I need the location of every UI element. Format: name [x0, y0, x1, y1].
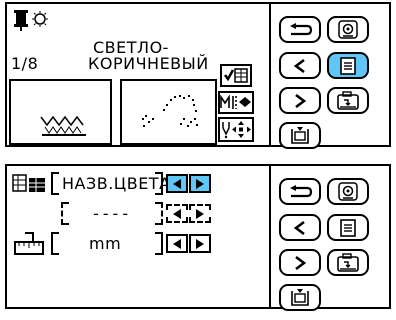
color-table-icon — [12, 174, 45, 192]
bracket-right — [155, 202, 163, 225]
arrow-left-icon — [173, 208, 181, 219]
arrow-left-icon — [173, 178, 181, 189]
back-icon — [290, 22, 313, 35]
hoop-icon — [291, 288, 309, 306]
next-icon — [295, 255, 307, 270]
bracket-right — [155, 232, 163, 255]
row3-left-arrow[interactable] — [166, 234, 188, 253]
bracket-left — [61, 202, 69, 225]
prev-icon — [293, 58, 305, 73]
back-button[interactable] — [279, 178, 321, 205]
thread-spool-icon — [14, 10, 48, 31]
color-name-line2: КОРИЧНЕВЫЙ — [88, 54, 209, 73]
prev-icon — [293, 220, 305, 235]
row1-left-arrow[interactable] — [166, 174, 188, 193]
bracket-left — [51, 232, 59, 255]
page-button[interactable] — [327, 214, 369, 241]
row2-value: ---- — [93, 204, 133, 223]
arrow-left-icon — [173, 238, 181, 249]
embroidery-dots-icon — [142, 95, 198, 127]
embroidery-foot-button[interactable] — [327, 178, 369, 205]
page-icon — [340, 218, 356, 237]
bracket-left — [51, 172, 59, 195]
unit-value: mm — [89, 234, 122, 253]
back-icon — [290, 184, 313, 197]
row2-left-arrow[interactable] — [166, 204, 188, 223]
next-icon — [295, 93, 307, 108]
top-panel: 1/8 СВЕТЛО- КОРИЧНЕВЫЙ — [5, 2, 391, 149]
prev-button[interactable] — [279, 52, 321, 79]
panel-divider — [269, 166, 271, 307]
camera-icon — [337, 90, 359, 110]
stitch-pattern-icon — [40, 115, 86, 136]
bottom-panel: НАЗВ.ЦВЕТА ---- mm — [5, 164, 391, 311]
stitch-preview — [9, 79, 112, 145]
hoop-button[interactable] — [279, 122, 321, 149]
row2-right-arrow[interactable] — [189, 204, 211, 223]
back-button[interactable] — [279, 16, 321, 43]
row3-right-arrow[interactable] — [189, 234, 211, 253]
next-button[interactable] — [279, 87, 321, 114]
color-position: 1/8 — [11, 54, 39, 73]
move-button[interactable] — [218, 117, 254, 142]
embroidery-foot-icon — [338, 181, 358, 201]
embroidery-foot-button[interactable] — [327, 16, 369, 43]
check-table-button[interactable] — [220, 64, 252, 87]
row1-right-arrow[interactable] — [189, 174, 211, 193]
hoop-button[interactable] — [279, 284, 321, 311]
camera-button[interactable] — [327, 249, 369, 276]
unit-hoop-icon — [14, 232, 44, 255]
embroidery-preview — [120, 79, 217, 145]
mirror-icon — [220, 95, 251, 109]
panel-divider — [269, 4, 271, 145]
arrow-right-icon — [196, 178, 204, 189]
check-list-icon — [224, 68, 248, 83]
page-button[interactable] — [327, 52, 369, 79]
camera-icon — [337, 252, 359, 272]
arrow-right-icon — [196, 208, 204, 219]
hoop-icon — [291, 126, 309, 144]
bracket-right — [155, 172, 163, 195]
move-arrows-icon — [222, 121, 251, 139]
arrow-right-icon — [196, 238, 204, 249]
prev-button[interactable] — [279, 214, 321, 241]
next-button[interactable] — [279, 249, 321, 276]
embroidery-foot-icon — [338, 19, 358, 39]
mirror-button[interactable] — [218, 91, 254, 114]
page-icon — [340, 56, 356, 75]
camera-button[interactable] — [327, 87, 369, 114]
